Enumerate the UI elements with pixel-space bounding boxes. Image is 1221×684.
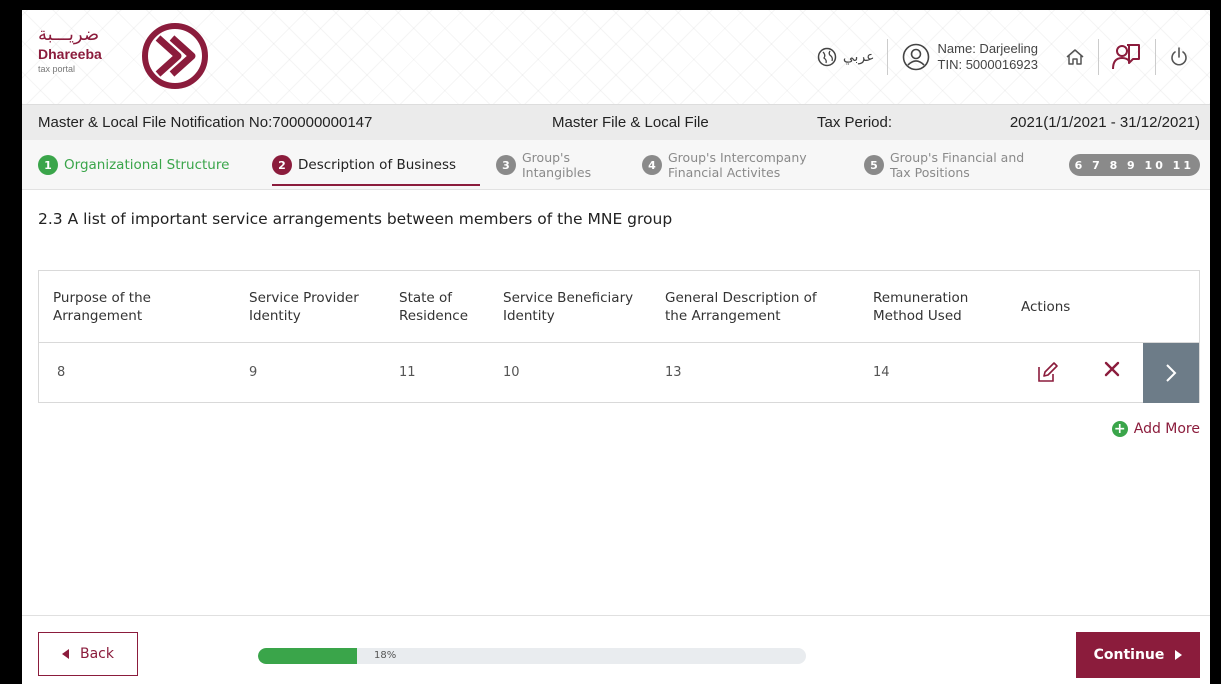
cell-state: 11 <box>399 365 416 380</box>
step-label-line1: Group's <box>522 150 571 165</box>
home-icon <box>1066 49 1084 65</box>
top-header: ضريـــبة Dhareeba tax portal عربي Name: … <box>22 10 1210 104</box>
step-label: Group's Financial and Tax Positions <box>890 150 1024 180</box>
step-label: Description of Business <box>298 157 457 173</box>
cell-purpose: 8 <box>57 365 66 380</box>
step-groups-financial[interactable]: 5 Group's Financial and Tax Positions <box>864 140 1024 190</box>
user-profile[interactable]: Name: Darjeeling TIN: 5000016923 <box>888 41 1052 73</box>
step-label-line1: Group's Financial and <box>890 150 1025 165</box>
logo-name: Dhareeba <box>38 46 102 62</box>
table-header: Purpose of the Arrangement Service Provid… <box>39 271 1199 343</box>
logo-tagline: tax portal <box>38 64 76 74</box>
step-groups-intangibles[interactable]: 3 Group's Intangibles <box>496 140 591 190</box>
step-label: Organizational Structure <box>64 157 230 173</box>
globe-icon <box>817 47 837 67</box>
add-more-button[interactable]: + Add More <box>1111 421 1200 437</box>
cell-provider: 9 <box>249 365 258 380</box>
home-button[interactable] <box>1052 46 1098 68</box>
logout-button[interactable] <box>1156 46 1202 68</box>
step-label: Group's Intangibles <box>522 150 591 180</box>
add-more-label: Add More <box>1133 421 1200 437</box>
column-header-purpose: Purpose of the Arrangement <box>53 290 151 324</box>
user-manual-icon <box>1112 44 1140 70</box>
caret-left-icon <box>62 649 69 659</box>
section-title: 2.3 A list of important service arrangem… <box>38 210 673 228</box>
step-number: 3 <box>496 155 516 175</box>
user-name: Name: Darjeeling <box>937 41 1038 56</box>
notification-number: Master & Local File Notification No:7000… <box>38 114 373 131</box>
column-header-provider: Service Provider Identity <box>249 290 359 324</box>
progress-bar <box>258 648 806 664</box>
step-label-line1: Group's Intercompany <box>668 150 807 165</box>
chevron-right-icon <box>1166 364 1177 382</box>
progress-fill <box>258 648 357 664</box>
wizard-stepper: 1 Organizational Structure 2 Description… <box>22 140 1210 190</box>
language-switch[interactable]: عربي <box>805 47 887 67</box>
power-icon <box>1171 47 1187 66</box>
step-number: 1 <box>38 155 58 175</box>
edit-icon <box>1038 362 1058 382</box>
step-number: 5 <box>864 155 884 175</box>
close-icon <box>1104 361 1120 377</box>
column-header-description: General Description of the Arrangement <box>665 290 817 324</box>
progress-label: 18% <box>374 650 397 661</box>
step-label-line2: Financial Activites <box>668 165 781 180</box>
active-step-underline <box>272 184 480 186</box>
plus-icon: + <box>1111 421 1128 437</box>
app-frame: ضريـــبة Dhareeba tax portal عربي Name: … <box>22 10 1210 684</box>
column-header-actions: Actions <box>1021 299 1071 315</box>
language-label: عربي <box>842 49 875 65</box>
more-steps-indicator[interactable]: 6 7 8 9 10 11 <box>1068 154 1200 176</box>
service-arrangements-table: Purpose of the Arrangement Service Provid… <box>38 270 1200 403</box>
user-icon <box>902 43 929 71</box>
step-description-of-business[interactable]: 2 Description of Business <box>272 140 456 190</box>
step-label-line2: Intangibles <box>522 165 592 180</box>
continue-button[interactable]: Continue <box>1076 632 1200 678</box>
view-row-button[interactable] <box>1143 343 1199 403</box>
back-label: Back <box>80 646 114 662</box>
column-header-remuneration: Remuneration Method Used <box>873 290 969 324</box>
column-header-beneficiary: Service Beneficiary Identity <box>503 290 634 324</box>
header-actions: عربي Name: Darjeeling TIN: 5000016923 <box>805 10 1202 104</box>
user-info: Name: Darjeeling TIN: 5000016923 <box>938 41 1038 73</box>
step-label: Group's Intercompany Financial Activites <box>668 150 807 180</box>
logo-chevron-icon <box>142 23 208 89</box>
cell-beneficiary: 10 <box>503 365 520 380</box>
dhareeba-logo[interactable]: ضريـــبة Dhareeba tax portal <box>32 16 212 96</box>
file-type: Master File & Local File <box>552 114 709 131</box>
step-label-line2: Tax Positions <box>890 165 970 180</box>
user-manual-button[interactable] <box>1099 41 1155 73</box>
step-number: 4 <box>642 155 662 175</box>
delete-row-button[interactable] <box>1103 359 1121 384</box>
caret-right-icon <box>1175 650 1183 660</box>
tax-period-label: Tax Period: <box>817 114 893 131</box>
notification-bar: Master & Local File Notification No:7000… <box>22 104 1210 140</box>
tax-period-value: 2021(1/1/2021 - 31/12/2021) <box>1009 114 1200 131</box>
cell-description: 13 <box>665 365 682 380</box>
cell-remuneration: 14 <box>873 365 890 380</box>
step-organizational-structure[interactable]: 1 Organizational Structure <box>38 140 229 190</box>
table-row[interactable]: 8 9 11 10 13 14 <box>39 343 1199 403</box>
user-tin: TIN: 5000016923 <box>937 57 1038 72</box>
step-number: 2 <box>272 155 292 175</box>
logo-arabic-text: ضريـــبة <box>38 24 100 45</box>
continue-label: Continue <box>1093 647 1165 663</box>
edit-row-button[interactable] <box>1035 361 1059 389</box>
column-header-state: State of Residence <box>399 290 469 324</box>
back-button[interactable]: Back <box>38 632 138 676</box>
footer-bar: Back 18% Continue <box>22 615 1210 684</box>
step-groups-intercompany[interactable]: 4 Group's Intercompany Financial Activit… <box>642 140 807 190</box>
